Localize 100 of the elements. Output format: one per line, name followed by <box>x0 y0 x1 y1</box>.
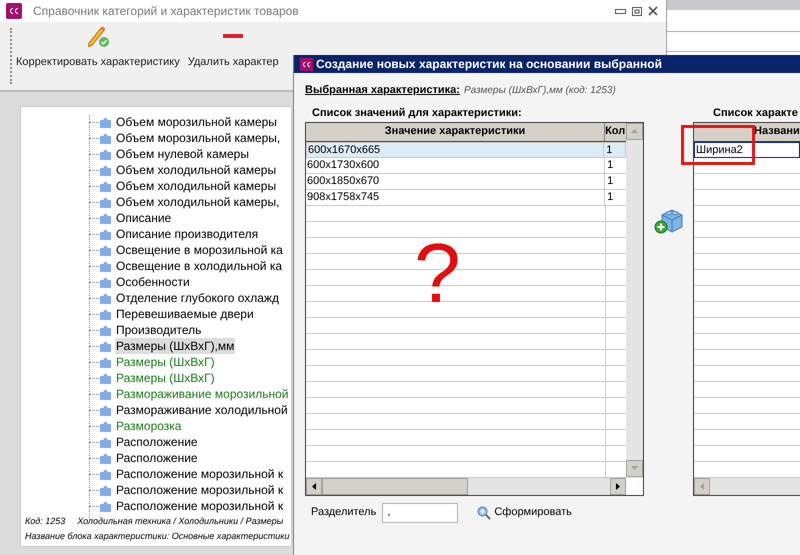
table-cell-text: 1 <box>606 158 614 172</box>
puzzle-piece-icon <box>99 484 112 496</box>
puzzle-piece-icon <box>99 212 112 224</box>
tree-item[interactable]: Описание <box>115 210 172 226</box>
pencil-check-icon <box>86 24 110 48</box>
values-heading: Список значений для характеристики: <box>311 106 523 120</box>
tree-item[interactable]: Расположение морозильной к <box>115 498 284 514</box>
puzzle-piece-icon <box>99 356 112 368</box>
magnifier-plus-icon <box>477 506 492 520</box>
left-triangle-icon <box>700 482 704 490</box>
dialog-title: Создание новых характеристик на основании выбранной <box>316 56 662 73</box>
tree-item[interactable]: Производитель <box>115 322 202 338</box>
tree-item[interactable]: Разморозка <box>115 418 182 434</box>
puzzle-piece-icon <box>99 340 112 352</box>
table-cell: 600x1730x600 <box>306 158 606 172</box>
tree-item[interactable]: Размеры (ШхВхГ) <box>115 370 216 386</box>
puzzle-piece-icon <box>99 436 112 448</box>
tree-item[interactable]: Освещение в морозильной ка <box>115 242 284 258</box>
puzzle-piece-icon <box>99 388 112 400</box>
maximize-icon[interactable] <box>632 6 642 16</box>
window-title: Справочник категорий и характеристик товаров <box>33 3 299 20</box>
horizontal-scrollbar[interactable] <box>306 478 626 494</box>
tree-item[interactable]: Размораживание холодильной <box>115 402 289 418</box>
puzzle-piece-icon <box>99 420 112 432</box>
table-row[interactable]: 600x1850x670 1 <box>306 174 626 190</box>
tree-item[interactable]: Расположение <box>115 434 199 450</box>
tree-item[interactable]: Освещение в холодильной ка <box>115 258 284 274</box>
code-text: Код: 1253 <box>25 515 66 528</box>
tree-item[interactable]: Объем нулевой камеры <box>115 146 250 162</box>
up-triangle-icon <box>631 129 638 133</box>
puzzle-piece-icon <box>99 180 112 192</box>
close-icon[interactable] <box>648 6 658 16</box>
new-list-heading: Список характе <box>712 106 799 120</box>
tree-item[interactable]: Отделение глубокого охлажд <box>115 290 280 306</box>
name-input-field[interactable]: Ширина2 <box>694 142 800 158</box>
puzzle-piece-icon <box>99 148 112 160</box>
puzzle-piece-icon <box>99 308 112 320</box>
puzzle-piece-icon <box>99 404 112 416</box>
vertical-scrollbar[interactable] <box>626 122 643 478</box>
scroll-thumb[interactable] <box>322 478 468 494</box>
selected-label: Выбранная характеристика: <box>305 83 460 98</box>
scroll-up-button[interactable] <box>626 122 643 140</box>
separator-field[interactable]: , <box>382 502 458 522</box>
tree-item[interactable]: Объем холодильной камеры, <box>115 194 280 210</box>
question-mark: ? <box>414 230 461 314</box>
puzzle-piece-icon <box>99 228 112 240</box>
table-cell: 908x1758x745 <box>306 190 606 204</box>
puzzle-piece-icon <box>99 324 112 336</box>
puzzle-piece-icon <box>99 468 112 480</box>
horizontal-scrollbar[interactable] <box>694 478 800 494</box>
puzzle-piece-icon <box>99 372 112 384</box>
tree-item[interactable]: Перевешиваемые двери <box>115 306 255 322</box>
table-cell: 600x1670x665 <box>307 142 604 156</box>
tree-item[interactable]: Объем морозильной камеры, <box>115 130 282 146</box>
tree-item[interactable]: Размеры (ШхВхГ),мм <box>115 338 236 354</box>
puzzle-piece-icon <box>99 132 112 144</box>
app-logo-icon <box>300 58 313 70</box>
table-row[interactable]: 600x1670x665 1 <box>306 142 626 158</box>
app-logo-icon <box>6 3 22 19</box>
puzzle-piece-icon <box>99 244 112 256</box>
right-triangle-icon <box>616 482 620 490</box>
scroll-right-button[interactable] <box>610 478 626 494</box>
delete-button[interactable]: Удалить характер <box>188 24 279 70</box>
scroll-left-button[interactable] <box>306 478 322 494</box>
puzzle-piece-icon <box>99 196 112 208</box>
tree-item[interactable]: Описание производителя <box>115 226 260 242</box>
tree-item[interactable]: Объем холодильной камеры <box>115 162 278 178</box>
minimize-icon[interactable] <box>615 8 626 14</box>
tree-item[interactable]: Расположение морозильной к <box>115 466 284 482</box>
table-cell-text: 1 <box>606 174 614 188</box>
tree-item[interactable]: Объем холодильной камеры <box>115 178 278 194</box>
minus-icon <box>223 34 244 38</box>
puzzle-piece-icon <box>99 260 112 272</box>
table-cell-text: 1 <box>606 190 614 204</box>
tree-item[interactable]: Размеры (ШхВхГ) <box>115 354 216 370</box>
puzzle-piece-icon <box>99 164 112 176</box>
tree-item[interactable]: Особенности <box>115 274 191 290</box>
generate-button[interactable]: Сформировать <box>477 504 572 521</box>
selected-value: Размеры (ШхВхГ),мм (код: 1253) <box>464 84 616 98</box>
column-header[interactable]: Кол <box>605 122 626 140</box>
tree-item[interactable]: Расположение <box>115 450 199 466</box>
left-triangle-icon <box>312 482 316 490</box>
down-triangle-icon <box>631 466 638 470</box>
category-path-text: Холодильная техника / Холодильники / Размеры <box>77 515 284 528</box>
puzzle-piece-icon <box>99 276 112 288</box>
puzzle-piece-icon <box>99 292 112 304</box>
table-cell: 600x1850x670 <box>306 174 606 188</box>
tree-item[interactable]: Расположение морозильной к <box>115 482 284 498</box>
tree-item[interactable]: Объем морозильной камеры <box>115 114 278 130</box>
table-row[interactable]: 600x1730x600 1 <box>306 158 626 174</box>
column-header[interactable]: Значение характеристики <box>306 122 606 140</box>
tree-item[interactable]: Размораживание морозильной <box>115 386 290 402</box>
puzzle-piece-icon <box>99 452 112 464</box>
table-row[interactable]: 908x1758x745 1 <box>306 190 626 206</box>
separator-label: Разделитель <box>311 505 376 520</box>
edit-button[interactable]: Корректировать характеристику <box>16 24 180 70</box>
puzzle-piece-icon <box>99 500 112 512</box>
table-cell-text: 1 <box>605 142 614 156</box>
puzzle-piece-icon <box>99 116 112 128</box>
block-name-text: Название блока характеристики: Основные характеристики <box>25 530 290 543</box>
